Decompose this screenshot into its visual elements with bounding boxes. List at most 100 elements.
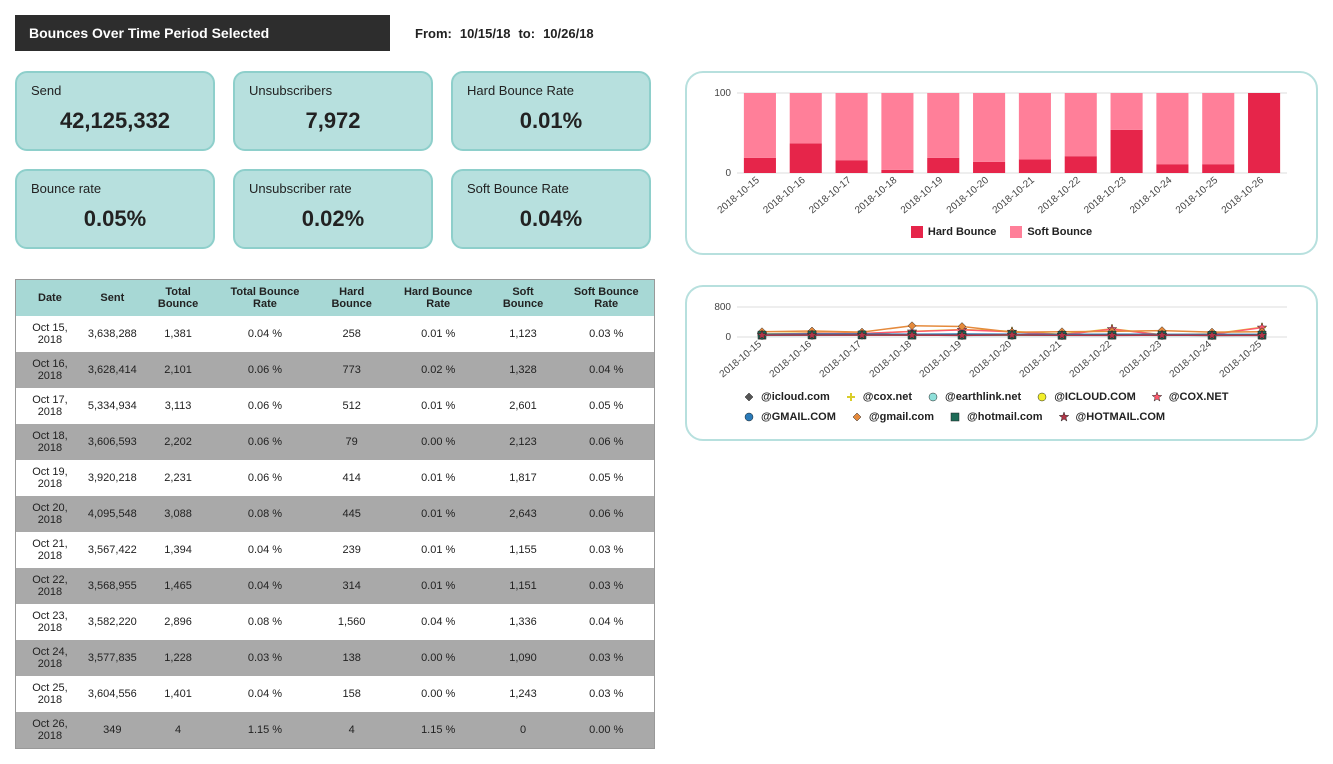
metric-label: Hard Bounce Rate — [467, 83, 635, 98]
table-row: Oct 15, 20183,638,2881,3810.04 %2580.01 … — [16, 316, 655, 352]
table-row: Oct 21, 20183,567,4221,3940.04 %2390.01 … — [16, 532, 655, 568]
table-cell: 0.06 % — [215, 460, 314, 496]
svg-text:2018-10-23: 2018-10-23 — [1118, 339, 1165, 381]
table-cell: 4 — [141, 712, 216, 749]
table-cell: 773 — [315, 352, 389, 388]
table-cell: 0.06 % — [215, 424, 314, 460]
table-cell: 0.00 % — [389, 424, 488, 460]
table-cell: 0.01 % — [389, 532, 488, 568]
table-cell: 0.01 % — [389, 316, 488, 352]
table-cell: 0.06 % — [558, 496, 654, 532]
table-cell: 3,920,218 — [84, 460, 141, 496]
table-cell: Oct 23, 2018 — [16, 604, 84, 640]
page-title: Bounces Over Time Period Selected — [15, 15, 390, 51]
table-cell: 3,628,414 — [84, 352, 141, 388]
stacked-bar-chart: 01002018-10-152018-10-162018-10-172018-1… — [685, 71, 1318, 255]
table-cell: Oct 25, 2018 — [16, 676, 84, 712]
table-cell: 0.01 % — [389, 568, 488, 604]
table-cell: 1,394 — [141, 532, 216, 568]
table-cell: 3,582,220 — [84, 604, 141, 640]
column-header: Total Bounce Rate — [215, 280, 314, 317]
svg-text:2018-10-21: 2018-10-21 — [1018, 339, 1065, 381]
metric-card: Unsubscriber rate0.02% — [233, 169, 433, 249]
svg-text:2018-10-17: 2018-10-17 — [818, 339, 865, 381]
metric-card: Send 42,125,332 — [15, 71, 215, 151]
table-cell: 5,334,934 — [84, 388, 141, 424]
table-row: Oct 25, 20183,604,5561,4010.04 %1580.00 … — [16, 676, 655, 712]
table-cell: 0.03 % — [558, 676, 654, 712]
table-cell: 0.03 % — [558, 568, 654, 604]
table-cell: 2,101 — [141, 352, 216, 388]
legend-item: @gmail.com — [850, 410, 934, 424]
metric-value: 0.05% — [31, 206, 199, 232]
metric-card: Hard Bounce Rate0.01% — [451, 71, 651, 151]
table-cell: 0.00 % — [389, 676, 488, 712]
table-cell: 0.03 % — [558, 640, 654, 676]
svg-text:2018-10-20: 2018-10-20 — [968, 339, 1015, 381]
column-header: Hard Bounce — [315, 280, 389, 317]
table-cell: 2,601 — [488, 388, 559, 424]
table-cell: 0.06 % — [215, 388, 314, 424]
metric-label: Soft Bounce Rate — [467, 181, 635, 196]
svg-text:100: 100 — [714, 88, 731, 99]
table-cell: 1,381 — [141, 316, 216, 352]
table-cell: 0.03 % — [558, 532, 654, 568]
table-cell: 2,643 — [488, 496, 559, 532]
column-header: Date — [16, 280, 84, 317]
table-cell: 1,328 — [488, 352, 559, 388]
table-cell: 0.01 % — [389, 496, 488, 532]
table-cell: 0.01 % — [389, 460, 488, 496]
metrics-grid: Send42,125,332Unsubscribers7,972Hard Bou… — [15, 71, 655, 249]
table-cell: 0.05 % — [558, 388, 654, 424]
table-cell: Oct 15, 2018 — [16, 316, 84, 352]
table-cell: 0.08 % — [215, 604, 314, 640]
table-cell: 1.15 % — [389, 712, 488, 749]
from-label: From: — [415, 26, 452, 41]
table-cell: 3,604,556 — [84, 676, 141, 712]
table-cell: 0.04 % — [215, 676, 314, 712]
table-cell: Oct 17, 2018 — [16, 388, 84, 424]
table-cell: Oct 22, 2018 — [16, 568, 84, 604]
svg-text:0: 0 — [725, 168, 731, 179]
table-cell: 0.08 % — [215, 496, 314, 532]
table-cell: 1,151 — [488, 568, 559, 604]
legend-item: @COX.NET — [1150, 390, 1229, 404]
table-cell: 0.03 % — [215, 640, 314, 676]
table-cell: 0.06 % — [558, 424, 654, 460]
metric-card: Soft Bounce Rate 0.04% — [451, 169, 651, 249]
legend-item: @cox.net — [844, 390, 912, 404]
table-cell: 1,155 — [488, 532, 559, 568]
table-cell: 349 — [84, 712, 141, 749]
table-cell: Oct 21, 2018 — [16, 532, 84, 568]
table-cell: 0.04 % — [215, 568, 314, 604]
legend-item: @earthlink.net — [926, 390, 1021, 404]
table-cell: 1.15 % — [215, 712, 314, 749]
table-row: Oct 23, 20183,582,2202,8960.08 %1,5600.0… — [16, 604, 655, 640]
table-cell: Oct 24, 2018 — [16, 640, 84, 676]
table-cell: 3,606,593 — [84, 424, 141, 460]
table-cell: 4 — [315, 712, 389, 749]
svg-text:2018-10-25: 2018-10-25 — [1218, 339, 1265, 381]
metric-label: Bounce rate — [31, 181, 199, 196]
table-cell: 445 — [315, 496, 389, 532]
table-cell: 1,123 — [488, 316, 559, 352]
metric-label: Send — [31, 83, 199, 98]
table-cell: 0.04 % — [558, 604, 654, 640]
from-value: 10/15/18 — [460, 26, 511, 41]
legend-item: @HOTMAIL.COM — [1057, 410, 1166, 424]
svg-text:2018-10-22: 2018-10-22 — [1068, 339, 1115, 381]
table-row: Oct 22, 20183,568,9551,4650.04 %3140.01 … — [16, 568, 655, 604]
table-cell: 0.03 % — [558, 316, 654, 352]
column-header: Sent — [84, 280, 141, 317]
svg-text:800: 800 — [714, 302, 731, 313]
table-cell: Oct 20, 2018 — [16, 496, 84, 532]
metric-label: Unsubscriber rate — [249, 181, 417, 196]
legend-item: Hard Bounce — [911, 226, 996, 238]
metric-value: 0.04% — [467, 206, 635, 232]
metric-value: 42,125,332 — [31, 108, 199, 134]
svg-text:2018-10-23: 2018-10-23 — [1082, 175, 1129, 217]
metric-card: Unsubscribers7,972 — [233, 71, 433, 151]
table-cell: Oct 16, 2018 — [16, 352, 84, 388]
table-cell: Oct 26, 2018 — [16, 712, 84, 749]
svg-text:2018-10-24: 2018-10-24 — [1128, 175, 1175, 217]
